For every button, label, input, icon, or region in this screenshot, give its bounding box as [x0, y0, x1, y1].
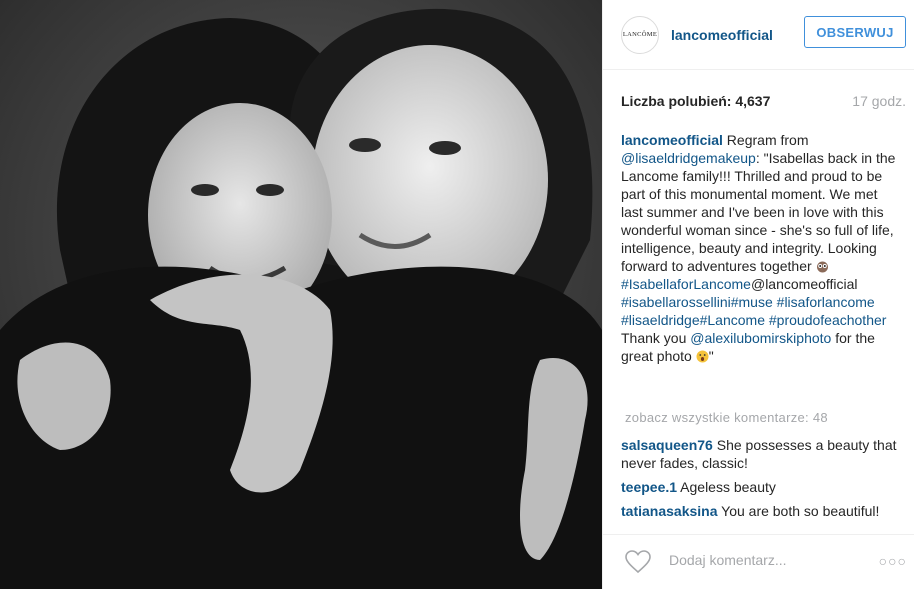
hashtag-link[interactable]: #IsabellaforLancome	[621, 276, 751, 292]
hashtag-link[interactable]: #lisaeldridge	[621, 312, 700, 328]
caption-text: : "Isabellas back in the Lancome family!…	[621, 150, 896, 274]
post-container: LANCÔME lancomeofficial OBSERWUJ Liczba …	[0, 0, 914, 589]
avatar-logo-text: LANCÔME	[622, 31, 658, 38]
post-header: LANCÔME lancomeofficial OBSERWUJ	[603, 0, 914, 70]
caption-text: Thank you	[621, 330, 691, 346]
owl-emoji-icon	[816, 261, 828, 273]
view-all-comments-link[interactable]: zobacz wszystkie komentarze: 48	[625, 410, 828, 425]
avatar[interactable]: LANCÔME	[621, 15, 659, 54]
comment-username[interactable]: tatianasaksina	[621, 503, 718, 519]
caption-username[interactable]: lancomeofficial	[621, 132, 723, 148]
post-caption: lancomeofficial Regram from @lisaeldridg…	[621, 131, 903, 365]
comments-list: salsaqueen76 She possesses a beauty that…	[621, 436, 903, 524]
comment-item: tatianasaksina You are both so beautiful…	[621, 502, 903, 524]
comment-username[interactable]: salsaqueen76	[621, 437, 713, 453]
comment-item: salsaqueen76 She possesses a beauty that…	[621, 436, 903, 472]
hashtag-link[interactable]: #isabellarossellini	[621, 294, 731, 310]
mention-link[interactable]: @alexilubomirskiphoto	[690, 330, 831, 346]
hashtag-link[interactable]: #muse	[731, 294, 773, 310]
more-options-icon[interactable]: ○○○	[879, 553, 907, 569]
surprised-face-emoji-icon	[696, 350, 709, 363]
likes-count[interactable]: Liczba polubień: 4,637	[621, 93, 770, 109]
caption-text: @lancomeofficial	[750, 276, 858, 292]
comment-username[interactable]: teepee.1	[621, 479, 677, 495]
post-time[interactable]: 17 godz.	[852, 93, 906, 109]
caption-text: "	[708, 348, 714, 364]
username-link[interactable]: lancomeofficial	[671, 27, 773, 43]
hashtag-link[interactable]: #lisaforlancome	[777, 294, 875, 310]
photo-illustration	[0, 0, 602, 589]
post-footer: Dodaj komentarz... ○○○	[603, 534, 914, 589]
heart-icon[interactable]	[625, 550, 651, 574]
post-sidebar: LANCÔME lancomeofficial OBSERWUJ Liczba …	[602, 0, 914, 589]
comment-text: Ageless beauty	[677, 479, 776, 495]
comment-item: teepee.1 Ageless beauty	[621, 478, 903, 496]
add-comment-input[interactable]: Dodaj komentarz...	[669, 552, 787, 568]
follow-button[interactable]: OBSERWUJ	[804, 16, 906, 48]
hashtag-link[interactable]: #proudofeachother	[769, 312, 887, 328]
post-photo[interactable]	[0, 0, 602, 589]
mention-link[interactable]: @lisaeldridgemakeup	[621, 150, 756, 166]
hashtag-link[interactable]: #Lancome	[700, 312, 765, 328]
caption-text: Regram from	[722, 132, 809, 148]
